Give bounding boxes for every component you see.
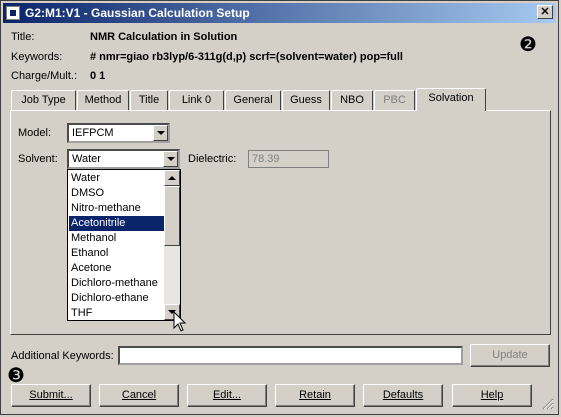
tab-guess[interactable]: Guess bbox=[282, 90, 330, 110]
window-title: G2:M1:V1 - Gaussian Calculation Setup bbox=[25, 6, 250, 20]
dielectric-value: 78.39 bbox=[252, 153, 280, 165]
additional-keywords-label: Additional Keywords: bbox=[11, 350, 114, 362]
title-label: Title: bbox=[11, 31, 35, 43]
tab-general[interactable]: General bbox=[225, 90, 281, 110]
list-item[interactable]: Dichloro-ethane bbox=[69, 291, 165, 306]
chevron-down-icon[interactable] bbox=[153, 125, 168, 141]
retain-button[interactable]: Retain bbox=[275, 384, 355, 407]
model-select[interactable]: IEFPCM bbox=[67, 123, 170, 143]
solvent-dropdown-list[interactable]: Water DMSO Nitro-methane Acetonitrile Me… bbox=[67, 169, 181, 321]
scroll-thumb[interactable] bbox=[164, 186, 180, 246]
step-3-badge: ❸ bbox=[7, 365, 25, 387]
cancel-button[interactable]: Cancel bbox=[99, 384, 179, 407]
list-item-selected[interactable]: Acetonitrile bbox=[69, 216, 165, 231]
title-value: NMR Calculation in Solution bbox=[90, 31, 238, 43]
tab-job-type[interactable]: Job Type bbox=[11, 90, 76, 110]
list-item[interactable]: Water bbox=[69, 171, 165, 186]
app-icon bbox=[6, 6, 20, 20]
dielectric-label: Dielectric: bbox=[188, 153, 237, 165]
solvent-select-value: Water bbox=[72, 153, 101, 165]
additional-keywords-input[interactable] bbox=[118, 346, 463, 365]
tab-pbc: PBC bbox=[374, 90, 415, 110]
step-2-badge: ❷ bbox=[519, 34, 537, 56]
charge-mult-label: Charge/Mult.: bbox=[11, 70, 78, 82]
gaussian-setup-window: G2:M1:V1 - Gaussian Calculation Setup ✕ … bbox=[0, 0, 559, 415]
tab-link0[interactable]: Link 0 bbox=[169, 90, 224, 110]
update-button: Update bbox=[470, 344, 550, 367]
help-button[interactable]: Help bbox=[452, 384, 532, 407]
submit-button[interactable]: Submit... bbox=[11, 384, 91, 407]
list-item[interactable]: THF bbox=[69, 306, 165, 321]
model-label: Model: bbox=[18, 127, 52, 139]
scroll-up-button[interactable] bbox=[164, 170, 180, 186]
edit-button[interactable]: Edit... bbox=[187, 384, 267, 407]
chevron-down-icon[interactable] bbox=[163, 151, 178, 167]
title-bar[interactable]: G2:M1:V1 - Gaussian Calculation Setup ✕ bbox=[3, 3, 556, 23]
tab-title[interactable]: Title bbox=[130, 90, 168, 110]
defaults-button[interactable]: Defaults bbox=[363, 384, 443, 407]
solvent-label: Solvent: bbox=[18, 153, 58, 165]
list-item[interactable]: Dichloro-methane bbox=[69, 276, 165, 291]
dielectric-field: 78.39 bbox=[248, 150, 329, 168]
tab-solvation[interactable]: Solvation bbox=[416, 88, 486, 111]
resize-grip-icon[interactable] bbox=[542, 398, 554, 410]
list-item[interactable]: Ethanol bbox=[69, 246, 165, 261]
tab-nbo[interactable]: NBO bbox=[331, 90, 373, 110]
keywords-label: Keywords: bbox=[11, 51, 63, 63]
mouse-pointer-icon bbox=[173, 311, 187, 332]
list-item[interactable]: Methanol bbox=[69, 231, 165, 246]
list-item[interactable]: Nitro-methane bbox=[69, 201, 165, 216]
keywords-value: # nmr=giao rb3lyp/6-311g(d,p) scrf=(solv… bbox=[90, 51, 403, 63]
charge-mult-value: 0 1 bbox=[90, 70, 106, 82]
list-item[interactable]: DMSO bbox=[69, 186, 165, 201]
solvent-select[interactable]: Water bbox=[67, 149, 180, 169]
list-item[interactable]: Acetone bbox=[69, 261, 165, 276]
model-select-value: IEFPCM bbox=[72, 127, 114, 139]
close-button[interactable]: ✕ bbox=[537, 5, 553, 19]
dropdown-scrollbar[interactable] bbox=[164, 170, 180, 320]
tab-method[interactable]: Method bbox=[77, 90, 129, 110]
